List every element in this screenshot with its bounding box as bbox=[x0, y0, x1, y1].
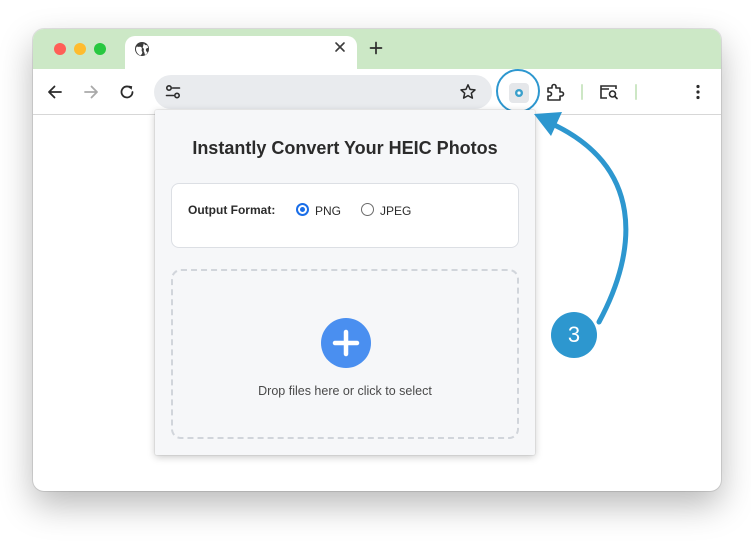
back-arrow-icon[interactable] bbox=[46, 83, 64, 101]
more-vert-icon[interactable] bbox=[689, 83, 707, 101]
reload-icon[interactable] bbox=[118, 83, 136, 101]
extension-popup: Instantly Convert Your HEIC Photos Outpu… bbox=[155, 110, 535, 455]
address-bar[interactable] bbox=[154, 75, 492, 109]
forward-arrow-icon[interactable] bbox=[82, 83, 100, 101]
new-tab-plus-icon[interactable] bbox=[369, 41, 383, 55]
star-icon[interactable] bbox=[459, 83, 477, 101]
annotation-arrow-icon bbox=[534, 112, 629, 325]
plus-icon bbox=[332, 329, 360, 357]
drop-files-text: Drop files here or click to select bbox=[258, 384, 432, 398]
globe-icon bbox=[135, 42, 149, 56]
output-format-label: Output Format: bbox=[188, 203, 276, 217]
close-window-button[interactable] bbox=[54, 43, 66, 55]
browser-tab[interactable] bbox=[125, 36, 357, 72]
tab-strip bbox=[33, 29, 721, 72]
puzzle-icon[interactable] bbox=[545, 82, 565, 102]
jpeg-radio-label[interactable]: JPEG bbox=[380, 204, 411, 218]
url-input[interactable] bbox=[192, 82, 442, 102]
tune-icon[interactable] bbox=[164, 83, 182, 101]
step-number-badge: 3 bbox=[551, 312, 597, 358]
add-files-button[interactable] bbox=[321, 318, 371, 368]
png-radio-label[interactable]: PNG bbox=[315, 204, 341, 218]
toolbar-separator bbox=[635, 84, 637, 100]
jpeg-radio[interactable] bbox=[361, 203, 374, 216]
close-icon[interactable] bbox=[333, 40, 347, 54]
toolbar-separator bbox=[581, 84, 583, 100]
png-radio[interactable] bbox=[296, 203, 309, 216]
maximize-window-button[interactable] bbox=[94, 43, 106, 55]
file-drop-zone[interactable]: Drop files here or click to select bbox=[171, 269, 519, 439]
minimize-window-button[interactable] bbox=[74, 43, 86, 55]
output-format-panel: Output Format: PNG JPEG bbox=[171, 183, 519, 248]
popup-title: Instantly Convert Your HEIC Photos bbox=[192, 138, 498, 158]
tab-search-icon[interactable] bbox=[599, 83, 619, 101]
